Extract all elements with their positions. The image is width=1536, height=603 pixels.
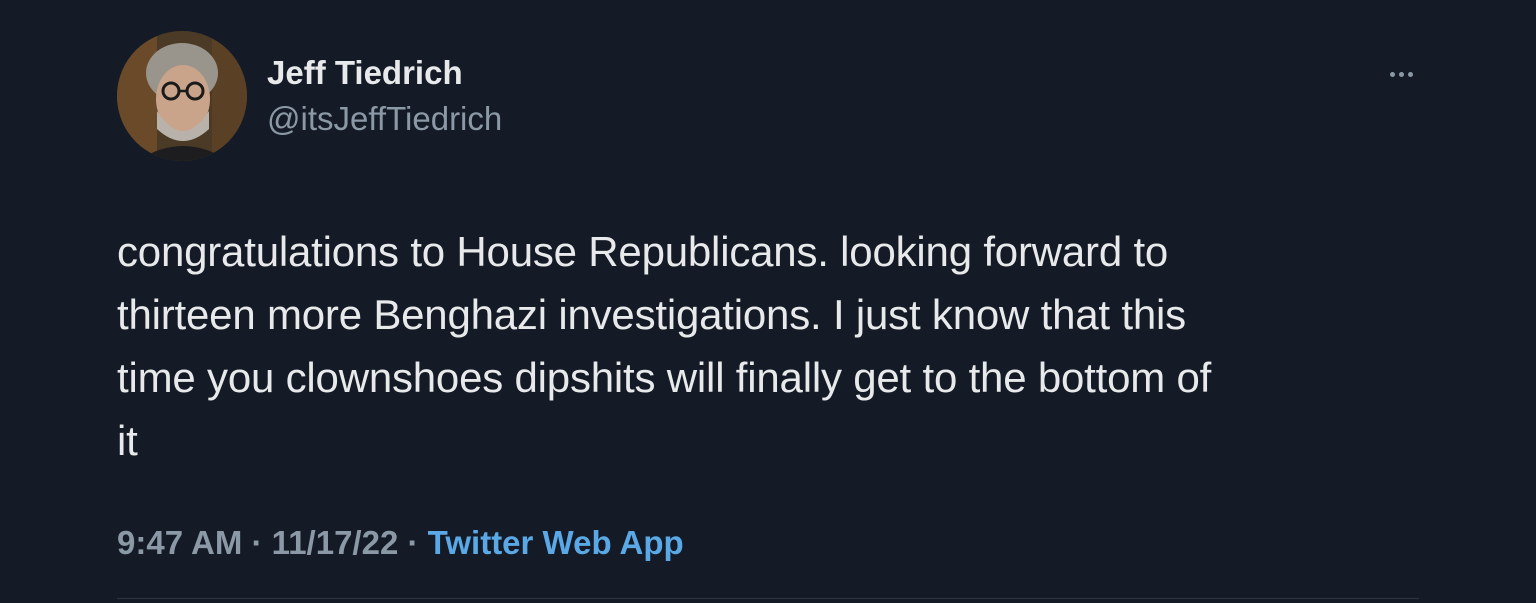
tweet-source-link[interactable]: Twitter Web App: [428, 524, 684, 561]
author-handle[interactable]: @itsJeffTiedrich: [267, 100, 502, 138]
author-display-name[interactable]: Jeff Tiedrich: [267, 54, 463, 92]
tweet-card: Jeff Tiedrich @itsJeffTiedrich congratul…: [0, 0, 1536, 603]
avatar[interactable]: [117, 31, 247, 161]
tweet-text: congratulations to House Republicans. lo…: [117, 228, 1212, 464]
tweet-metadata: 9:47 AM · 11/17/22 · Twitter Web App: [117, 524, 684, 562]
profile-photo-icon: [117, 31, 247, 161]
meta-separator: ·: [407, 524, 419, 561]
more-horizontal-icon: [1388, 71, 1415, 77]
meta-separator: ·: [251, 524, 263, 561]
tweet-time[interactable]: 9:47 AM: [117, 524, 242, 561]
divider: [117, 598, 1419, 599]
tweet-date[interactable]: 11/17/22: [272, 524, 399, 561]
more-options-button[interactable]: [1378, 56, 1424, 92]
